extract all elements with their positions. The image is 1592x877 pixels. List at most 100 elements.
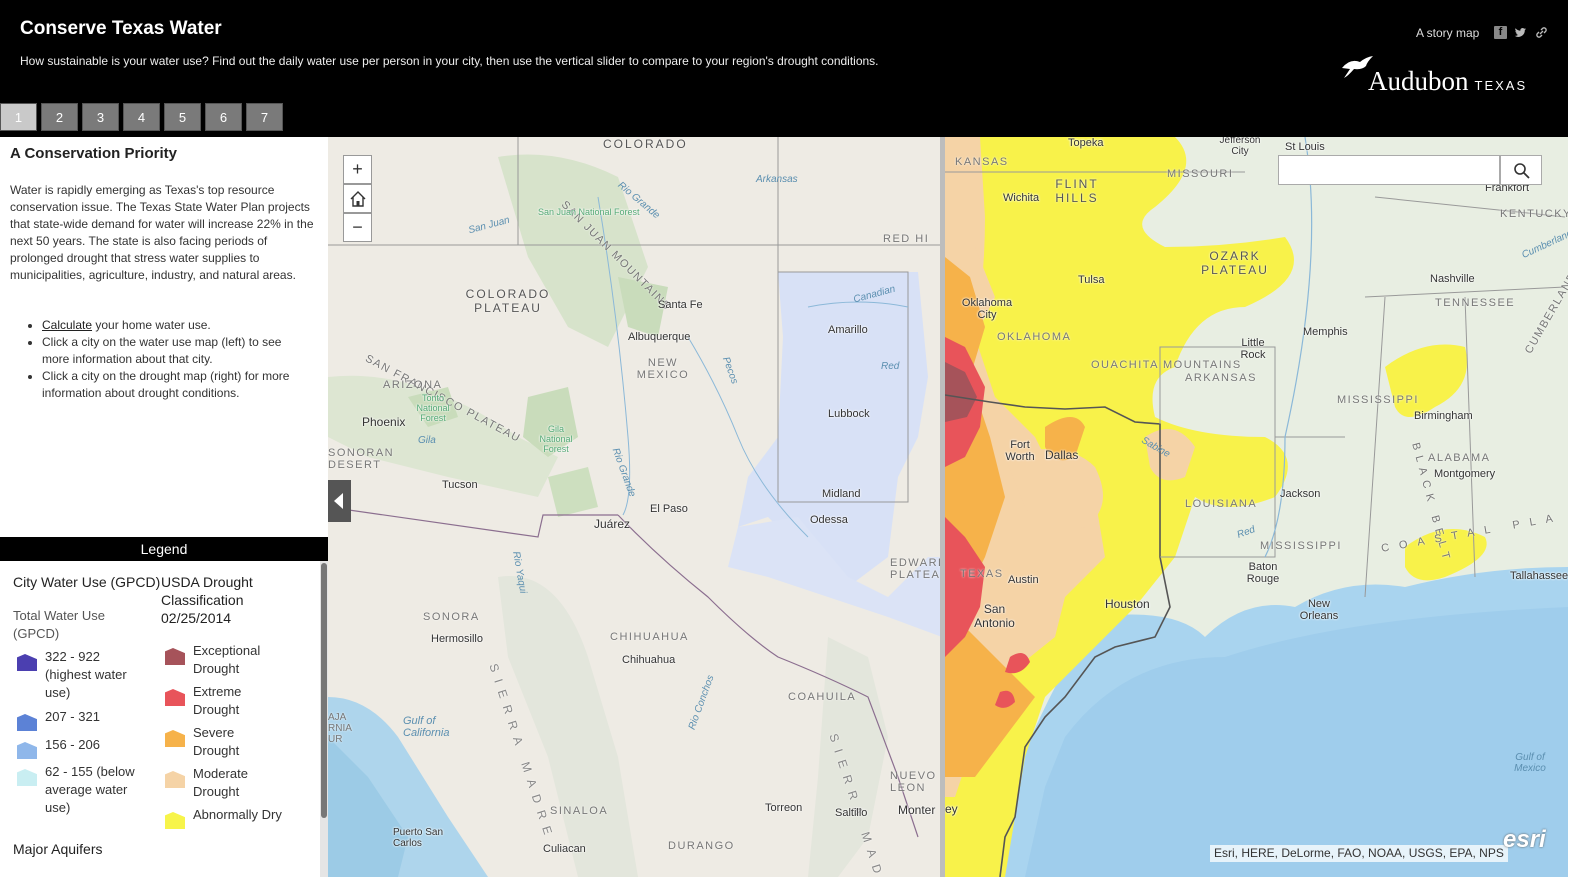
map-label: FLINT HILLS	[1055, 177, 1099, 205]
map-label: Saltillo	[835, 807, 868, 819]
tab-5[interactable]: 5	[164, 103, 201, 131]
home-button[interactable]	[343, 184, 372, 213]
page-edge	[1568, 0, 1592, 877]
map-label: NUEVO LEON	[890, 770, 937, 794]
map-label: Dallas	[1045, 448, 1079, 462]
instruction-item: Click a city on the water use map (left)…	[42, 334, 312, 368]
esri-logo: esri	[1503, 826, 1546, 853]
facebook-icon[interactable]: f	[1494, 26, 1507, 39]
map-label: COAHUILA	[788, 691, 857, 703]
map-label: CHIHUAHUA	[610, 631, 689, 643]
map-label: TENNESSEE	[1435, 297, 1516, 309]
story-map-label[interactable]: A story map	[1416, 26, 1479, 40]
legend-swatch	[17, 654, 37, 671]
map-label: San Juan National Forest	[538, 207, 640, 217]
search-button[interactable]	[1500, 155, 1542, 185]
location-search-input[interactable]	[1278, 155, 1500, 185]
map-label: Birmingham	[1414, 410, 1473, 422]
map-label: Wichita	[1003, 192, 1040, 204]
legend-heading: Legend	[0, 537, 328, 561]
home-icon	[350, 191, 365, 207]
app-header: Conserve Texas Water How sustainable is …	[0, 0, 1592, 137]
map-label: Oklahoma City	[961, 297, 1013, 321]
map-label: COLORADO	[603, 137, 688, 151]
tab-7[interactable]: 7	[246, 103, 283, 131]
map-label: Fort Worth	[1005, 439, 1035, 463]
instruction-item: Calculate your home water use.	[42, 317, 312, 334]
map-label: Gulf of California	[403, 715, 450, 739]
instruction-text: Click a city on the water use map (left)…	[42, 335, 282, 366]
map-label: Puerto San Carlos	[393, 827, 444, 849]
logo-state: TEXAS	[1474, 78, 1528, 93]
tab-1[interactable]: 1	[0, 103, 37, 131]
map-label: TEXAS	[960, 568, 1004, 580]
map-label: LOUISIANA	[1185, 498, 1258, 510]
map-label: EDWARD PLATEA	[890, 557, 942, 581]
legend-label: Abnormally Dry	[193, 807, 282, 822]
map-label: Culiacan	[543, 843, 586, 855]
map-label: ARIZONA	[383, 379, 443, 391]
legend-label: 156 - 206	[45, 737, 100, 752]
water-legend-subtitle: Total Water Use (GPCD)	[13, 608, 105, 641]
legend-swatch	[17, 714, 37, 731]
instruction-item: Click a city on the drought map (right) …	[42, 368, 312, 402]
map-label: Gulf of Mexico	[1514, 752, 1546, 774]
zoom-out-button[interactable]: −	[343, 213, 372, 242]
legend-scroll-thumb[interactable]	[321, 563, 327, 818]
map-label: Tulsa	[1078, 274, 1105, 286]
legend-label: Extreme Drought	[193, 684, 242, 717]
map-label: Montgomery	[1434, 468, 1496, 480]
intro-text: Water is rapidly emerging as Texas's top…	[10, 183, 314, 282]
map-label: SONORA	[423, 611, 480, 623]
map-label: Houston	[1105, 597, 1150, 611]
map-label: OKLAHOMA	[997, 331, 1072, 343]
calculate-link[interactable]: Calculate	[42, 318, 92, 332]
instructions-list: Calculate your home water use.Click a ci…	[42, 317, 312, 402]
map-label: Tucson	[442, 479, 478, 491]
tab-2[interactable]: 2	[41, 103, 78, 131]
map-label: KENTUCKY	[1500, 208, 1568, 220]
map-label: Gila	[418, 435, 436, 446]
legend-label: Severe Drought	[193, 725, 240, 758]
legend-swatch	[165, 648, 185, 665]
map-label: Tonto National Forest	[416, 393, 450, 423]
map-label: New Orleans	[1299, 598, 1339, 622]
legend-swatch	[17, 742, 37, 759]
map-label: Nashville	[1430, 273, 1475, 285]
map-label: NEW MEXICO	[636, 357, 690, 381]
aquifers-legend-title: Major Aquifers	[13, 841, 103, 857]
twitter-icon[interactable]	[1514, 26, 1527, 39]
map-label: Baton Rouge	[1246, 561, 1280, 585]
map-attribution: Esri, HERE, DeLorme, FAO, NOAA, USGS, EP…	[1210, 845, 1508, 862]
legend-label: Moderate Drought	[193, 766, 248, 799]
map-label: St Louis	[1285, 141, 1325, 153]
map-label: Red	[881, 361, 900, 372]
drought-map[interactable]: Topeka Jefferson City St Louis KANSAS MI…	[945, 137, 1568, 877]
map-label: Monter	[898, 803, 936, 817]
legend-label: 62 - 155 (below average water use)	[45, 764, 135, 815]
map-label: Albuquerque	[628, 331, 691, 343]
app-subtitle: How sustainable is your water use? Find …	[20, 54, 879, 68]
tab-4[interactable]: 4	[123, 103, 160, 131]
legend-panel: City Water Use (GPCD) Total Water Use (G…	[0, 561, 322, 877]
map-label: Arkansas	[756, 174, 798, 185]
legend-label: 207 - 321	[45, 709, 100, 724]
legend-label: 322 - 922 (highest water use)	[45, 649, 127, 700]
map-label: MISSOURI	[1167, 168, 1234, 180]
map-label: Topeka	[1068, 137, 1104, 149]
tab-3[interactable]: 3	[82, 103, 119, 131]
water-use-map[interactable]: COLORADO Arkansas SAN JUAN MOUNTAINS San…	[328, 137, 942, 877]
collapse-panel-button[interactable]	[328, 480, 351, 522]
map-label: Santa Fe	[658, 299, 703, 311]
map-label: Gila National Forest	[539, 424, 573, 454]
zoom-in-button[interactable]: +	[343, 155, 372, 184]
map-label: Amarillo	[828, 324, 868, 336]
map-label: San Antonio	[974, 602, 1015, 630]
section-title: A Conservation Priority	[10, 145, 177, 162]
tab-6[interactable]: 6	[205, 103, 242, 131]
map-label: Austin	[1008, 574, 1039, 586]
instruction-text: Click a city on the drought map (right) …	[42, 369, 290, 400]
legend-label: Exceptional Drought	[193, 643, 261, 676]
side-panel: A Conservation Priority Water is rapidly…	[0, 137, 328, 537]
link-icon[interactable]	[1535, 26, 1548, 39]
